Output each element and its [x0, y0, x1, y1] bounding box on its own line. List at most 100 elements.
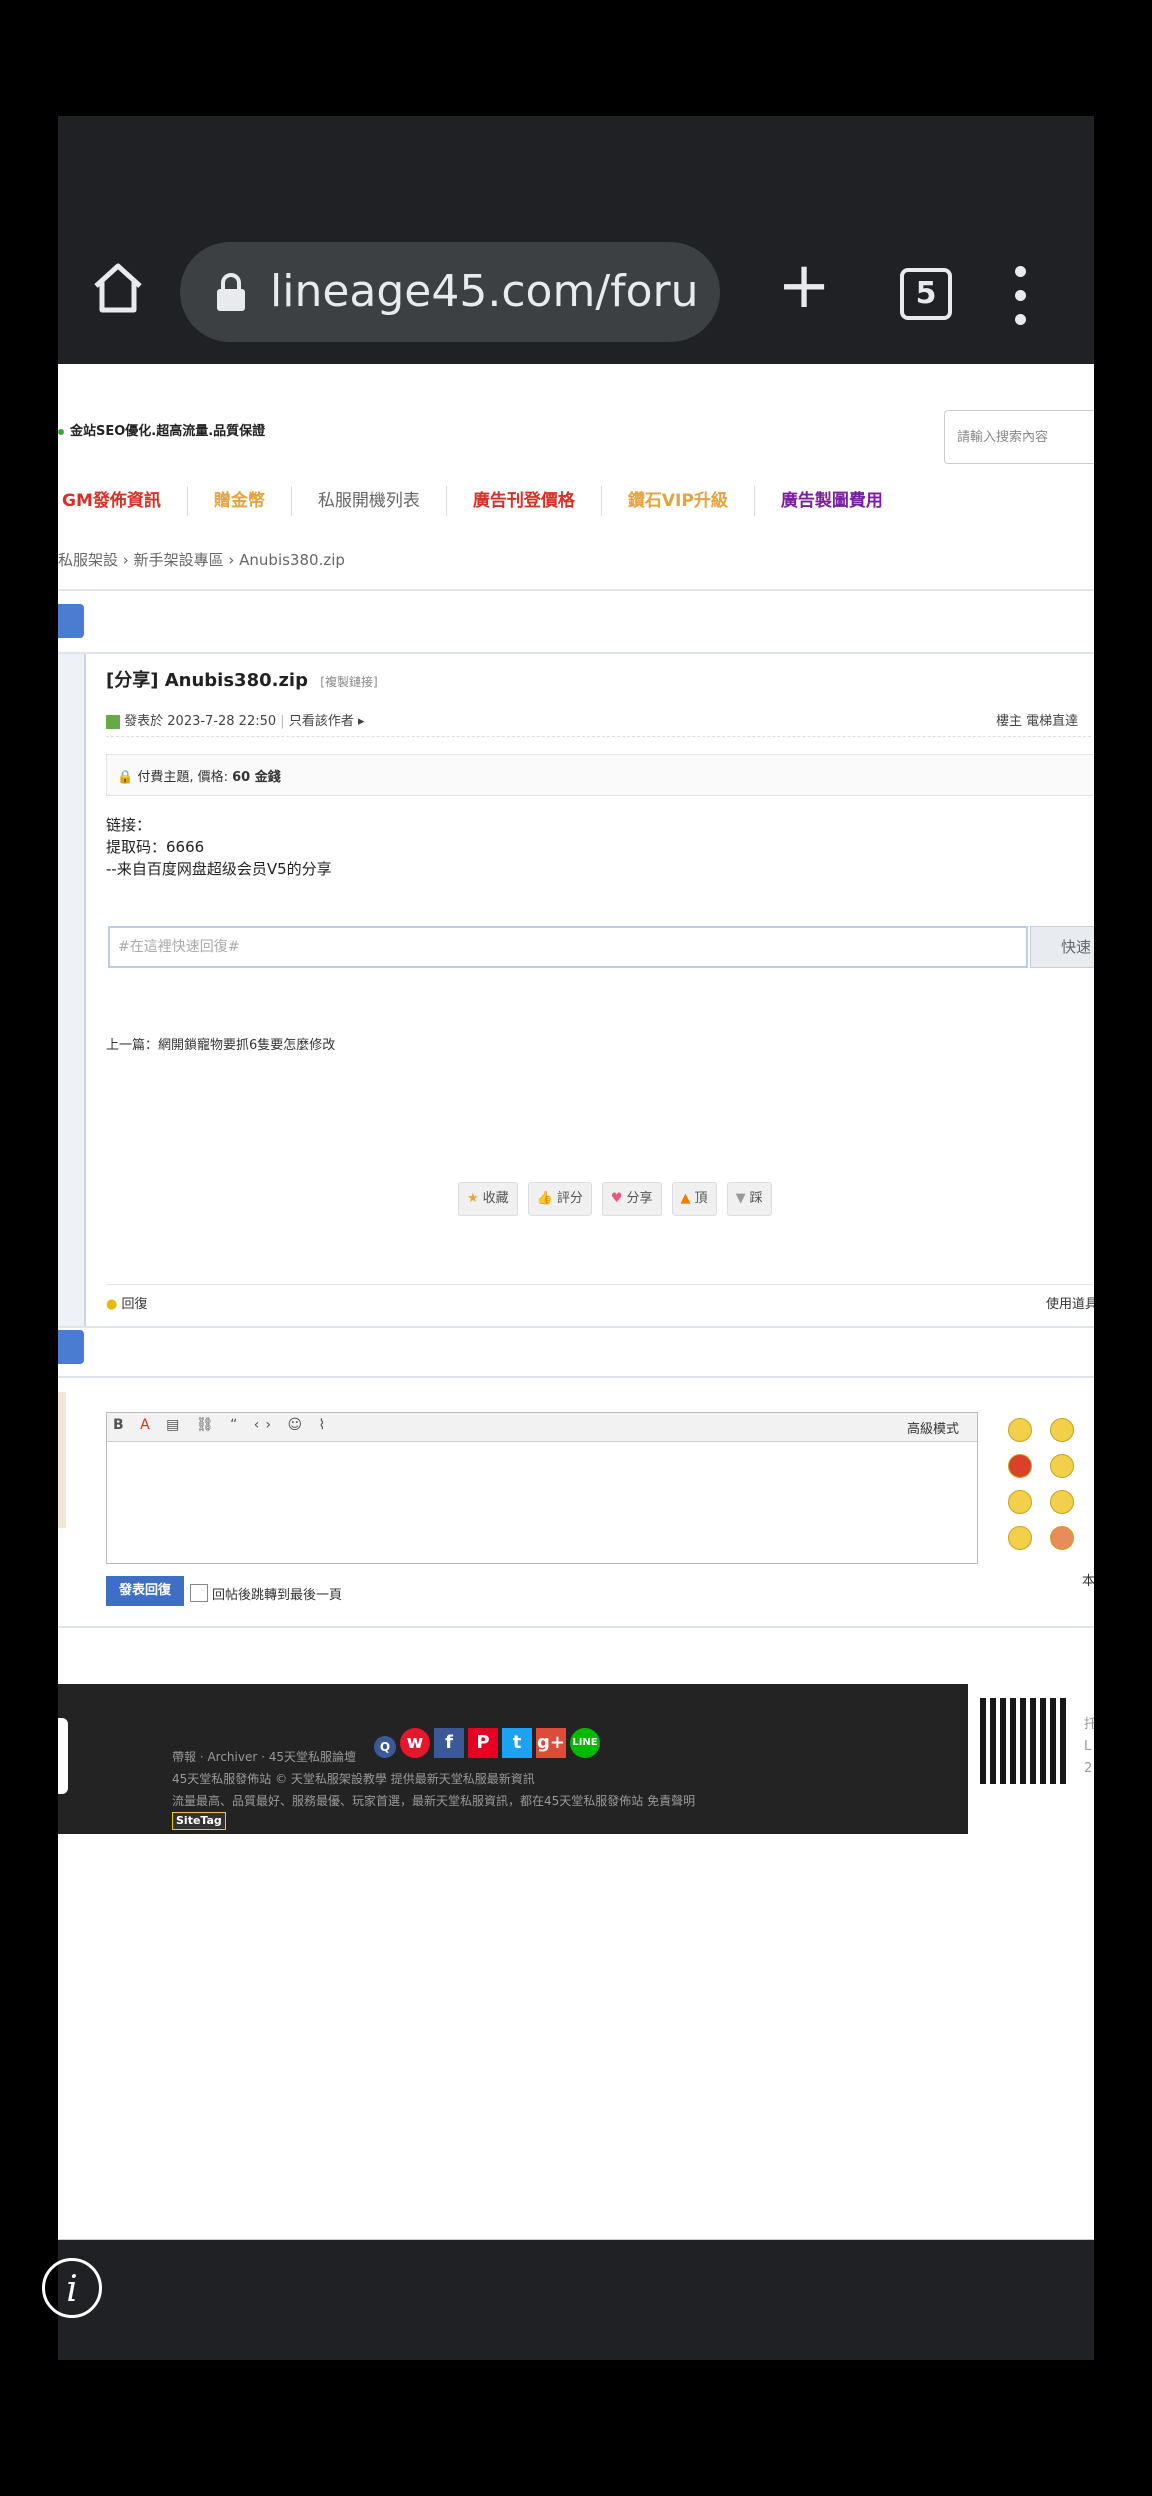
reply-link[interactable]: ● 回復 — [106, 1293, 148, 1312]
footer-tagline: 流量最高、品質最好、服務最優、玩家首選，最新天堂私服資訊，都在45天堂私服發佈站… — [172, 1794, 696, 1808]
link-icon[interactable]: ⛓ — [196, 1417, 220, 1433]
address-bar[interactable]: lineage45.com/forum — [180, 242, 720, 342]
up-arrow-icon: ▲ — [680, 1191, 691, 1206]
post-actions: ★ 收藏 👍 評分 ♥ 分享 ▲ 頂 ▼ 踩 — [458, 1182, 772, 1216]
qq-icon[interactable]: Q — [374, 1736, 396, 1758]
quick-reply-input[interactable]: #在這裡快速回復# — [108, 926, 1028, 968]
smiley-icon[interactable] — [1050, 1418, 1074, 1442]
reply-editor[interactable]: B A ▤ ⛓ “ ‹› ☺ ⌇ 高級模式 — [106, 1412, 978, 1564]
web-page: 金站SEO優化.超高流量.品質保證 請輸入搜索內容 GM發佈資訊 贈金幣 私服開… — [58, 364, 1094, 2240]
smiley-icon[interactable] — [1008, 1526, 1032, 1550]
triangle-right-icon: ▸ — [357, 714, 365, 729]
new-tab-plus-icon[interactable]: + — [772, 254, 836, 320]
footer-links[interactable]: 帶報 · Archiver · 45天堂私服論壇 — [172, 1748, 356, 1765]
smiley-icon[interactable]: ☺ — [287, 1417, 308, 1433]
quick-reply-button[interactable]: 快速 — [1030, 926, 1094, 968]
smiley-icon[interactable] — [1008, 1418, 1032, 1442]
browser-toolbar: lineage45.com/forum + 5 — [58, 116, 1094, 364]
plurk-icon[interactable]: P — [468, 1728, 498, 1758]
main-nav: GM發佈資訊 贈金幣 私服開機列表 廣告刊登價格 鑽石VIP升級 廣告製圖費用 — [62, 486, 935, 516]
breadcrumb-item[interactable]: 新手架設專區 — [134, 551, 224, 569]
author-rail — [58, 654, 86, 1326]
paid-topic-box: 🔒 付費主題, 價格: 60 金錢 — [106, 754, 1094, 796]
url-text: lineage45.com/forum — [270, 266, 700, 317]
post-meta: 發表於 2023-7-28 22:50 | 只看該作者 ▸ — [106, 710, 365, 729]
favorite-button[interactable]: ★ 收藏 — [458, 1182, 518, 1216]
lock-icon: 🔒 — [117, 770, 134, 785]
quote-icon[interactable]: “ — [230, 1417, 243, 1433]
footer-copyright: 45天堂私服發佈站 © 天堂私服架設教學 提供最新天堂私服最新資訊 — [172, 1772, 535, 1786]
reply-bar: ● 回復 使用道具 — [106, 1284, 1094, 1315]
advanced-mode-link[interactable]: 高級模式 — [907, 1418, 959, 1437]
qr-code — [980, 1698, 1066, 1784]
user-icon — [106, 714, 120, 729]
info-icon[interactable]: i — [42, 2258, 102, 2318]
share-button[interactable]: ♥ 分享 — [601, 1182, 662, 1216]
content-line: --来自百度网盘超级会员V5的分享 — [106, 860, 332, 878]
avatar — [58, 1392, 66, 1528]
paid-label: 付費主題, 價格: — [137, 770, 233, 785]
attachment-icon[interactable]: ⌇ — [319, 1417, 332, 1433]
floor-links[interactable]: 樓主 電梯直達 — [996, 710, 1078, 729]
smiley-icon[interactable] — [1050, 1490, 1074, 1514]
smiley-icon[interactable] — [1050, 1526, 1074, 1550]
editor-toolbar: B A ▤ ⛓ “ ‹› ☺ ⌇ 高級模式 — [107, 1413, 977, 1442]
breadcrumb-item[interactable]: Anubis380.zip — [239, 551, 345, 569]
downvote-button[interactable]: ▼ 踩 — [726, 1182, 772, 1216]
prev-topic-link[interactable]: 上一篇：網開鎖寵物要抓6隻要怎麼修改 — [106, 1034, 335, 1053]
image-icon[interactable]: ▤ — [166, 1417, 185, 1433]
google-plus-icon[interactable]: g+ — [536, 1728, 566, 1758]
lock-icon — [217, 273, 245, 311]
only-author-link[interactable]: 只看該作者 — [289, 714, 354, 729]
nav-item-gold[interactable]: 贈金幣 — [214, 486, 292, 516]
jump-last-page-checkbox[interactable] — [190, 1584, 208, 1602]
bold-icon[interactable]: B — [113, 1417, 130, 1433]
search-input[interactable]: 請輸入搜索內容 — [944, 410, 1094, 464]
social-links: Q w f P t g+ LINE — [374, 1728, 600, 1758]
tools-link[interactable]: 使用道具 — [1046, 1293, 1094, 1312]
paid-price: 60 金錢 — [232, 770, 281, 785]
star-icon: ★ — [467, 1191, 479, 1206]
submit-reply-button[interactable]: 發表回復 — [106, 1576, 184, 1606]
breadcrumb: 私服架設 › 新手架設專區 › Anubis380.zip — [58, 551, 345, 569]
sitetag-badge[interactable]: SiteTag — [172, 1812, 226, 1830]
font-color-icon[interactable]: A — [140, 1417, 156, 1433]
down-arrow-icon: ▼ — [735, 1191, 746, 1206]
rate-button[interactable]: 👍 評分 — [527, 1182, 592, 1216]
post-content: 链接： 提取码：6666 --来自百度网盘超级会员V5的分享 — [106, 814, 332, 880]
line-icon[interactable]: LINE — [570, 1728, 600, 1758]
weibo-icon[interactable]: w — [400, 1728, 430, 1758]
site-footer: Q w f P t g+ LINE 帶報 · Archiver · 45天堂私服… — [58, 1684, 968, 1834]
home-icon[interactable] — [86, 256, 150, 320]
reply-editor-panel: B A ▤ ⛓ “ ‹› ☺ ⌇ 高級模式 發表回復 回帖後跳轉到最後一頁 本 — [58, 1376, 1094, 1628]
upvote-button[interactable]: ▲ 頂 — [671, 1182, 717, 1216]
tab-count-button[interactable]: 5 — [900, 268, 952, 320]
nav-item-ad-design[interactable]: 廣告製圖費用 — [781, 486, 909, 516]
breadcrumb-item[interactable]: 私服架設 — [58, 551, 118, 569]
smiley-icon[interactable] — [1050, 1454, 1074, 1478]
content-line: 链接： — [106, 816, 152, 834]
smiley-icon[interactable] — [1008, 1454, 1032, 1478]
more-menu-icon[interactable] — [1010, 266, 1030, 326]
twitter-icon[interactable]: t — [502, 1728, 532, 1758]
new-post-button-2[interactable] — [58, 1330, 84, 1364]
post-meta-bar: 發表於 2023-7-28 22:50 | 只看該作者 ▸ 樓主 電梯直達 — [106, 704, 1094, 737]
nav-item-server-list[interactable]: 私服開機列表 — [318, 486, 447, 516]
cut-off-right-text: 托 L 2 — [1084, 1717, 1094, 1776]
checkbox-label: 回帖後跳轉到最後一頁 — [212, 1588, 343, 1603]
smiley-icon[interactable] — [1008, 1490, 1032, 1514]
bottom-bar — [58, 2240, 1094, 2360]
facebook-icon[interactable]: f — [434, 1728, 464, 1758]
post-date: 發表於 2023-7-28 22:50 — [124, 714, 277, 729]
nav-item-vip[interactable]: 鑽石VIP升級 — [628, 486, 755, 516]
content-line: 提取码：6666 — [106, 838, 205, 856]
nav-item-gm[interactable]: GM發佈資訊 — [62, 486, 188, 516]
heart-icon: ♥ — [610, 1191, 623, 1206]
phone-screen: lineage45.com/forum + 5 金站SEO優化.超高流量.品質保… — [58, 116, 1094, 2360]
code-icon[interactable]: ‹› — [254, 1417, 277, 1433]
new-post-button[interactable] — [58, 604, 84, 638]
nav-item-ad-price[interactable]: 廣告刊登價格 — [473, 486, 602, 516]
copy-link[interactable]: [複製鏈接] — [320, 675, 377, 689]
site-slogan: 金站SEO優化.超高流量.品質保證 — [58, 420, 265, 439]
cut-off-text: 本 — [1082, 1574, 1094, 1589]
